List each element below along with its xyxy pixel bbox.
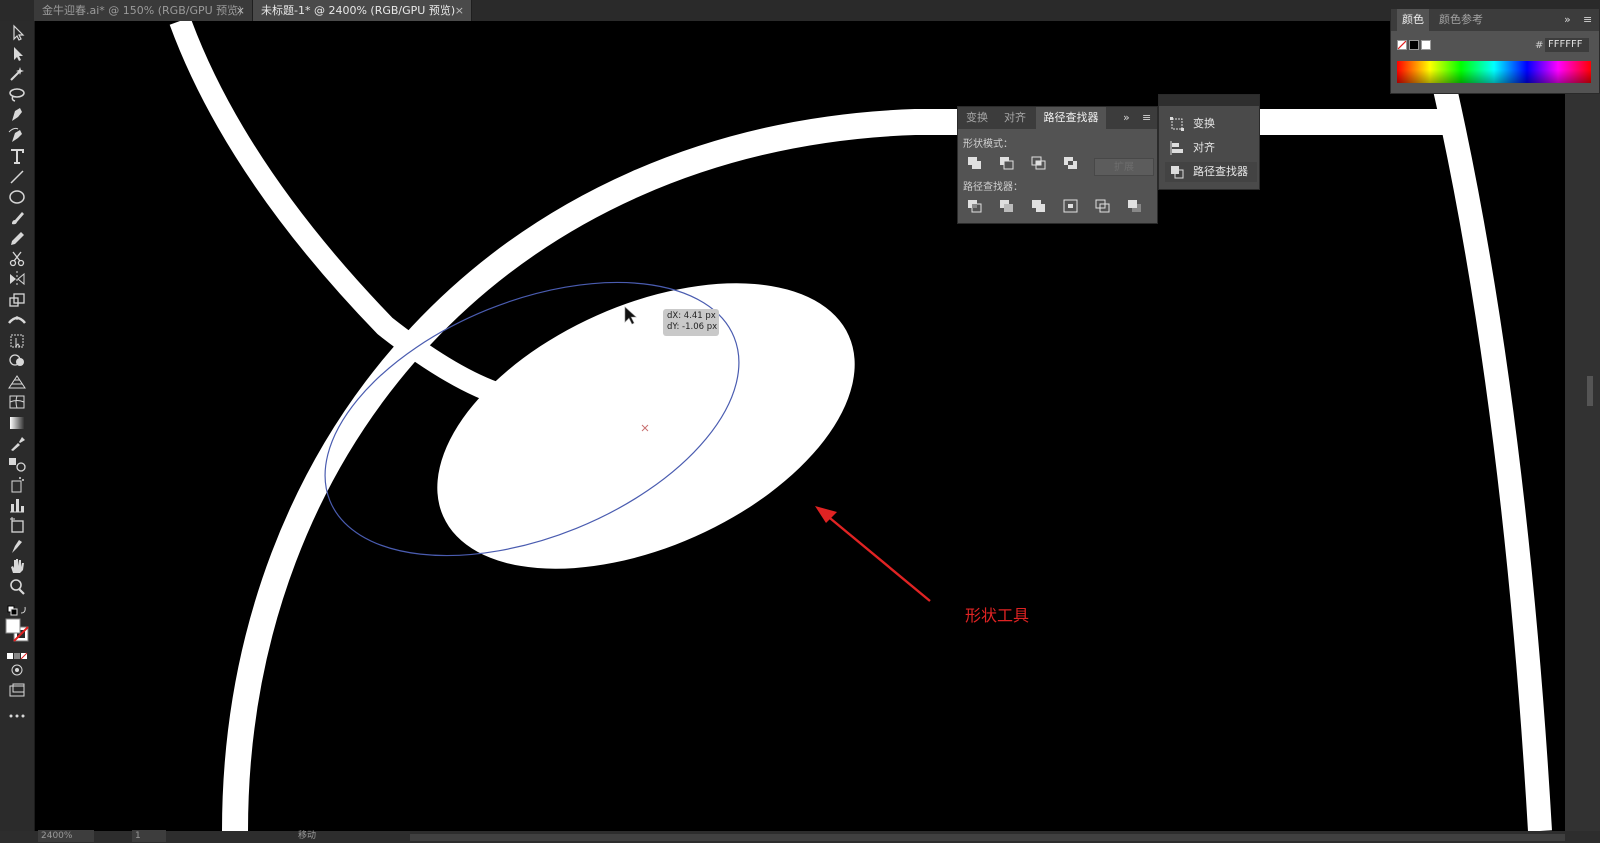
color-spectrum[interactable] <box>1397 61 1591 83</box>
align-icon <box>1169 140 1185 156</box>
dock-item-align-label: 对齐 <box>1193 141 1215 154</box>
free-transform-tool-icon[interactable] <box>6 332 28 350</box>
horizontal-scrollbar[interactable] <box>410 834 1565 841</box>
line-segment-tool-icon[interactable] <box>6 168 28 186</box>
column-graph-tool-icon[interactable] <box>6 496 28 514</box>
gradient-tool-icon[interactable] <box>6 414 28 432</box>
transform-icon <box>1169 116 1185 132</box>
move-offset-tooltip: dX: 4.41 px dY: -1.06 px <box>663 309 719 336</box>
expand-button[interactable]: 扩展 <box>1094 158 1154 176</box>
dock-item-pathfinder-label: 路径查找器 <box>1193 165 1248 178</box>
tab-pathfinder[interactable]: 路径查找器 <box>1036 107 1106 129</box>
scale-tool-icon[interactable] <box>6 291 28 309</box>
color-panel-menu-icon[interactable]: ≡ <box>1583 13 1592 26</box>
slice-tool-icon[interactable] <box>6 537 28 555</box>
exclude-icon[interactable] <box>1062 155 1080 171</box>
divide-icon[interactable] <box>966 198 984 214</box>
tab-color-guide[interactable]: 颜色参考 <box>1439 9 1483 31</box>
default-colors-icon[interactable] <box>6 601 28 616</box>
scissors-tool-icon[interactable] <box>6 250 28 268</box>
artboard-number-field[interactable]: 1 <box>132 830 166 842</box>
more-tools-icon[interactable] <box>6 707 28 719</box>
annotation-label: 形状工具 <box>965 606 1030 625</box>
right-vertical-stroke[interactable] <box>1433 86 1552 831</box>
color-panel-overflow-icon[interactable]: » <box>1564 13 1571 26</box>
document-tab-1[interactable]: 金牛迎春.ai* @ 150% (RGB/GPU 预览) × <box>34 0 253 21</box>
mesh-tool-icon[interactable] <box>6 393 28 411</box>
fill-stroke-swatches[interactable] <box>4 617 30 643</box>
diagonal-curve-stroke[interactable] <box>169 21 509 407</box>
pathfinder-panel: 变换 对齐 路径查找器 » ≡ 形状模式： 扩展 路径查找器： <box>957 106 1158 224</box>
pencil-tool-icon[interactable] <box>6 229 28 247</box>
magic-wand-tool-icon[interactable] <box>6 65 28 83</box>
symbol-sprayer-tool-icon[interactable] <box>6 475 28 493</box>
status-mode-text: 移动 <box>298 831 317 841</box>
type-tool-icon[interactable] <box>6 147 28 165</box>
vertical-scroll-thumb[interactable] <box>1587 376 1593 406</box>
pen-tool-icon[interactable] <box>6 106 28 124</box>
zoom-tool-icon[interactable] <box>6 578 28 596</box>
tooltip-dy: dY: -1.06 px <box>667 322 718 332</box>
curvature-tool-icon[interactable] <box>6 127 28 145</box>
zoom-field[interactable]: 2400% <box>38 830 94 842</box>
unite-icon[interactable] <box>966 155 984 171</box>
large-arc-stroke[interactable] <box>222 109 1455 831</box>
direct-selection-tool-icon[interactable] <box>6 45 28 63</box>
dock-item-transform[interactable]: 变换 <box>1165 114 1257 134</box>
perspective-grid-tool-icon[interactable] <box>6 373 28 391</box>
vertical-scrollbar[interactable] <box>1565 21 1600 831</box>
pathfinders-label: 路径查找器： <box>963 182 1023 193</box>
ellipse-tool-icon[interactable] <box>6 188 28 206</box>
black-swatch[interactable] <box>1409 40 1419 50</box>
blend-tool-icon[interactable] <box>6 455 28 473</box>
artboard-tool-icon[interactable] <box>6 516 28 534</box>
white-swatch[interactable] <box>1421 40 1431 50</box>
close-tab-1-icon[interactable]: × <box>236 1 245 20</box>
drawing-mode-icon[interactable] <box>6 661 28 676</box>
collapsed-panel-dock: 变换 对齐 路径查找器 <box>1158 94 1260 190</box>
dock-item-pathfinder[interactable]: 路径查找器 <box>1165 162 1257 182</box>
document-tab-2[interactable]: 未标题-1* @ 2400% (RGB/GPU 预览) × <box>253 0 472 21</box>
document-tab-1-label: 金牛迎春.ai* @ 150% (RGB/GPU 预览) <box>42 4 243 17</box>
outline-icon[interactable] <box>1094 198 1112 214</box>
trim-icon[interactable] <box>998 198 1016 214</box>
shape-modes-label: 形状模式： <box>963 139 1013 150</box>
tooltip-dx: dX: 4.41 px <box>667 311 716 321</box>
lasso-tool-icon[interactable] <box>6 86 28 104</box>
document-tab-2-label: 未标题-1* @ 2400% (RGB/GPU 预览) <box>261 4 456 17</box>
panel-overflow-icon[interactable]: » <box>1123 111 1130 124</box>
rotate-tool-icon[interactable] <box>6 270 28 288</box>
intersect-icon[interactable] <box>1030 155 1048 171</box>
eyedropper-tool-icon[interactable] <box>6 434 28 452</box>
tools-panel <box>0 21 35 831</box>
paintbrush-tool-icon[interactable] <box>6 209 28 227</box>
document-tab-bar: 金牛迎春.ai* @ 150% (RGB/GPU 预览) × 未标题-1* @ … <box>0 0 1600 21</box>
none-swatch-icon[interactable] <box>1397 40 1407 50</box>
color-mode-icons[interactable] <box>6 647 28 660</box>
minus-front-icon[interactable] <box>998 155 1016 171</box>
selection-tool-icon[interactable] <box>6 24 28 42</box>
tab-align[interactable]: 对齐 <box>1004 107 1026 129</box>
hex-input[interactable]: FFFFFF <box>1545 38 1589 52</box>
artboard-canvas[interactable]: dX: 4.41 px dY: -1.06 px 形状工具 <box>35 21 1565 831</box>
crop-icon[interactable] <box>1062 198 1080 214</box>
hand-tool-icon[interactable] <box>6 557 28 575</box>
merge-icon[interactable] <box>1030 198 1048 214</box>
dock-header <box>1159 95 1259 106</box>
width-tool-icon[interactable] <box>6 311 28 329</box>
hex-prefix: # <box>1535 40 1544 51</box>
dock-item-transform-label: 变换 <box>1193 117 1215 130</box>
panel-menu-icon[interactable]: ≡ <box>1142 111 1151 124</box>
artwork <box>169 21 1552 831</box>
tab-transform[interactable]: 变换 <box>966 107 988 129</box>
shape-builder-tool-icon[interactable] <box>6 352 28 370</box>
close-tab-2-icon[interactable]: × <box>455 1 464 20</box>
annotation-arrow-line <box>824 513 931 602</box>
tab-color[interactable]: 颜色 <box>1397 9 1429 31</box>
color-panel: 颜色 颜色参考 » ≡ # FFFFFF <box>1390 8 1600 94</box>
screen-mode-icon[interactable] <box>6 681 28 697</box>
dock-item-align[interactable]: 对齐 <box>1165 138 1257 158</box>
pathfinder-icon <box>1169 164 1185 180</box>
minus-back-icon[interactable] <box>1126 198 1144 214</box>
